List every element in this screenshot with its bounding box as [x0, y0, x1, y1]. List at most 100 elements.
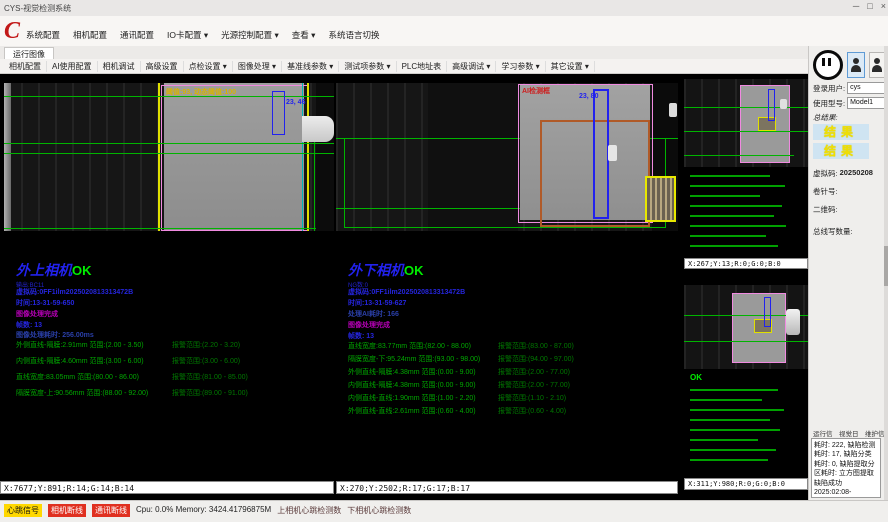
menu-light-config[interactable]: 光源控制配置 ▾	[221, 29, 279, 41]
measure-row: 外侧直线-隔膜:4.38mm 范围:(0.00 - 9.00)	[348, 367, 476, 377]
menu-bar: C 系统配置 相机配置 通讯配置 IO卡配置 ▾ 光源控制配置 ▾ 查看 ▾ 系…	[0, 16, 888, 46]
tool-advanced-settings[interactable]: 高级设置	[141, 61, 184, 72]
alarm-range: 报警范围:(2.20 - 3.20)	[172, 340, 240, 350]
window-title: CYS-视觉检测系统	[4, 3, 71, 14]
elapsed-line: 图像处理耗时: 256.00ms	[16, 330, 94, 340]
detect-rect-pink	[161, 85, 309, 231]
menu-system-config[interactable]: 系统配置	[26, 29, 60, 41]
roi-rect-blue	[272, 91, 285, 135]
panel-scrollbar[interactable]	[884, 46, 888, 500]
log-textbox[interactable]: 耗时: 222, 缺陷检测耗时: 17, 缺陷分类耗时: 0, 缺陷提取分区耗时…	[811, 438, 881, 498]
right-control-panel: 登录用户: cys 使用型号: Model1 总结果: 结果 结果 虚拟码: 2…	[808, 46, 888, 500]
model-label: 使用型号:	[813, 98, 845, 109]
alarm-range: 报警范围:(2.00 - 77.00)	[498, 367, 570, 377]
thumbnail-image	[684, 79, 808, 167]
result-ok: OK	[72, 263, 92, 278]
mark-blue	[768, 89, 775, 121]
ai-time-line: 处理AI耗时: 166	[348, 309, 399, 319]
tool-learning-params[interactable]: 学习参数 ▾	[496, 61, 545, 72]
tool-camera-config[interactable]: 相机配置	[4, 61, 47, 72]
alarm-range: 报警范围:(2.00 - 77.00)	[498, 380, 570, 390]
tool-other-settings[interactable]: 其它设置 ▾	[546, 61, 595, 72]
tool-advanced-debug[interactable]: 高级调试 ▾	[447, 61, 496, 72]
login-user-field[interactable]: cys	[847, 82, 887, 94]
cpu-memory-text: Cpu: 0.0% Memory: 3424.41796875M	[136, 504, 271, 514]
guide-line-yellow-left	[158, 83, 160, 231]
minimize-button[interactable]: ─	[853, 1, 859, 11]
menu-camera-config[interactable]: 相机配置	[73, 29, 107, 41]
menu-io-config[interactable]: IO卡配置 ▾	[167, 29, 208, 41]
app-logo-icon: C	[4, 19, 20, 43]
tool-image-processing[interactable]: 图像处理 ▾	[233, 61, 282, 72]
alarm-range: 报警范围:(1.10 - 2.10)	[498, 393, 566, 403]
tool-spot-check[interactable]: 点检设置 ▾	[184, 61, 233, 72]
bright-feature	[608, 145, 617, 161]
left-result-block: 外上相机OK 输出:BC11	[16, 260, 92, 289]
result-box-1: 结果	[813, 124, 869, 140]
heartbeat-badge: 心跳信号	[4, 504, 42, 517]
tool-plc-address[interactable]: PLC地址表	[397, 61, 448, 72]
pause-button[interactable]	[813, 50, 843, 80]
barcode-line: 虚拟码:0FF1ilm2025020813313472B	[348, 287, 465, 297]
tool-ai-use-config[interactable]: AI使用配置	[47, 61, 98, 72]
total-result-label: 总结果:	[813, 112, 838, 123]
tab-bar: 运行图像	[0, 46, 888, 60]
roi-rect-blue	[593, 89, 609, 219]
frames-line: 帧数: 13	[16, 320, 42, 330]
virtual-code-label: 虚拟码:	[813, 168, 838, 179]
mark-blue	[764, 297, 771, 327]
measure-row: 外侧直线-隔膜:2.91mm 范围:(2.00 - 3.50)	[16, 340, 144, 350]
center-camera-view[interactable]: AI检测框 23, 80 外下相机OK NG数:0 虚拟码:0FF1ilm202…	[336, 75, 678, 481]
tool-test-params[interactable]: 测试项参数 ▾	[339, 61, 396, 72]
bright-feature	[669, 103, 677, 117]
toolbar: 相机配置 AI使用配置 相机调试 高级设置 点检设置 ▾ 图像处理 ▾ 基准线参…	[0, 59, 888, 74]
measure-row: 隔膜宽度-上:90.56mm 范围:(88.00 - 92.00)	[16, 388, 148, 398]
roi-label: 23, 46	[286, 99, 305, 106]
title-bar: CYS-视觉检测系统 ─ □ ×	[0, 0, 888, 17]
connector-part	[302, 116, 334, 142]
thumbnail-view-2[interactable]: OK	[684, 269, 808, 478]
menu-view[interactable]: 查看 ▾	[292, 29, 316, 41]
upper-camera-heartbeat-text: 上相机心跳检测数	[277, 504, 341, 516]
roi-label: 23, 80	[579, 93, 598, 100]
login-user-label: 登录用户:	[813, 83, 845, 94]
tool-baseline-params[interactable]: 基准线参数 ▾	[282, 61, 339, 72]
alarm-range: 报警范围:(0.60 - 4.00)	[498, 406, 566, 416]
menu-comm-config[interactable]: 通讯配置	[120, 29, 154, 41]
comm-offline-badge: 通讯断线	[92, 504, 130, 517]
camera-offline-badge: 相机断线	[48, 504, 86, 517]
user-dark-icon	[871, 57, 883, 73]
process-line: 图像处理完成	[348, 320, 390, 330]
app-window: { "window": {"title": "CYS-视觉检测系统", "min…	[0, 0, 888, 522]
measure-row: 内侧直线-隔膜:4.38mm 范围:(0.00 - 9.00)	[348, 380, 476, 390]
thumbnail-view-1[interactable]	[684, 75, 808, 258]
ai-detect-label: AI检测框	[522, 86, 550, 96]
alarm-range: 报警范围:(83.00 - 87.00)	[498, 341, 574, 351]
measure-row: 外侧直线-直线:2.61mm 范围:(0.60 - 4.00)	[348, 406, 476, 416]
alarm-range: 报警范围:(89.00 - 91.00)	[172, 388, 248, 398]
alarm-range: 报警范围:(3.00 - 6.00)	[172, 356, 240, 366]
center-coord-bar: X:270;Y:2502;R:17;G:17;B:17	[336, 481, 678, 494]
barcode-line: 虚拟码:0FF1ilm2025020813313472B	[16, 287, 133, 297]
menu-language-switch[interactable]: 系统语言切换	[328, 29, 379, 41]
qr-code-label: 二维码:	[813, 204, 838, 215]
tool-camera-debug[interactable]: 相机调试	[98, 61, 141, 72]
alarm-range: 报警范围:(81.00 - 85.00)	[172, 372, 248, 382]
time-line: 时间:13-31-59-650	[16, 298, 74, 308]
left-camera-view[interactable]: 阈值:93, 动态阈值:100 23, 46 外上相机OK 输出:BC11 虚拟…	[4, 75, 334, 481]
user-icon	[850, 57, 862, 73]
camera-name: 外上相机	[16, 262, 72, 278]
measure-row: 内侧直线-直线:1.90mm 范围:(1.00 - 2.20)	[348, 393, 476, 403]
time-line: 时间:13-31-59-627	[348, 298, 406, 308]
bus-write-count-label: 总线写数量:	[813, 226, 853, 237]
thumb2-coord-bar: X:311;Y:980;R:0;G:0;B:0	[684, 478, 808, 490]
model-field[interactable]: Model1	[847, 97, 887, 109]
result-ok: OK	[404, 263, 424, 278]
operator-button[interactable]	[869, 52, 885, 78]
measure-row: 直线宽度:83.05mm 范围:(80.00 - 86.00)	[16, 372, 139, 382]
threshold-label: 阈值:93, 动态阈值:100	[166, 87, 236, 97]
login-user-button[interactable]	[847, 52, 865, 78]
maximize-button[interactable]: □	[867, 1, 872, 11]
thumbnail-image	[684, 285, 808, 369]
close-button[interactable]: ×	[881, 1, 886, 11]
